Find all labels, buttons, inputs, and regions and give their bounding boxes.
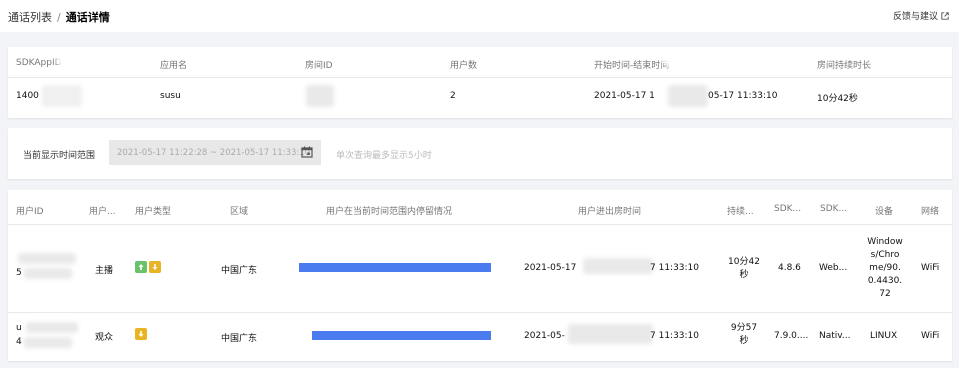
breadcrumb: 通话列表 / 通话详情 [8,9,110,25]
user-id-bottom: 5 [16,268,22,278]
redaction [18,253,76,264]
redaction [668,85,708,107]
col-header-app-name: 应用名 [160,61,188,71]
redaction [24,337,72,348]
arrow-down-icon [135,328,147,340]
time-start-value: 2021-05-17 1 [594,91,655,101]
device: LINUX [870,331,898,341]
redaction [306,85,334,107]
in-out-start: 2021-05-17 [524,263,577,273]
device-cell: Window s/Chro me/90. 0.4430. 72 [863,236,907,301]
users-table: 用户ID 用户... 用户类型 区域 用户在当前时间范围内停留情况 用户进出房时… [8,190,952,361]
user-role: 主播 [95,266,114,276]
region: 中国广东 [221,266,258,276]
presence-bar [312,331,491,340]
arrow-down-icon [149,261,161,273]
in-out-start: 2021-05- [524,331,565,341]
user-id-bottom: 4 [16,337,22,347]
device-line: s/Chro [870,250,900,260]
col-header-user-id: 用户ID [16,207,44,217]
redaction [663,53,703,67]
redaction [583,258,653,274]
network: WiFi [921,331,940,341]
time-range-label: 当前显示时间范围 [23,151,96,161]
top-bar: 通话列表 / 通话详情 反馈与建议 [0,0,959,32]
feedback-label: 反馈与建议 [892,12,938,22]
col-header-region: 区域 [230,207,249,217]
device-line: me/90. [869,263,901,273]
col-header-sdkappid: SDKAppID [16,58,62,68]
col-header-user-count: 用户数 [450,61,478,71]
arrow-up-icon [135,261,147,273]
col-header-presence: 用户在当前时间范围内停留情况 [326,207,453,217]
duration-line: 秒 [739,270,749,280]
col-header-duration[interactable]: 持续... [727,204,754,217]
redaction [24,268,72,279]
in-out-end: 7 11:33:10 [650,331,700,341]
divider [8,77,952,78]
calendar-icon[interactable] [301,146,313,158]
presence-bar [299,263,491,272]
sdk-type: Nativ... [819,331,851,341]
col-header-user-role[interactable]: 用户... [89,204,116,217]
device-line: 0.4430. [867,276,903,286]
col-header-start-end-time: 开始时间-结束时间 [594,61,670,71]
duration-line: 秒 [739,336,749,346]
redaction [568,324,653,344]
time-range-card: 当前显示时间范围 2021-05-17 11:22:28 ~ 2021-05-1… [8,128,952,179]
region: 中国广东 [221,334,258,344]
col-header-network: 网络 [921,207,940,217]
room-duration-value: 10分42秒 [817,94,858,104]
duration-line: 9分57 [730,323,758,333]
col-header-room-duration: 房间持续时长 [817,61,872,71]
time-range-value: 2021-05-17 11:22:28 ~ 2021-05-17 11:33:1… [117,147,311,158]
feedback-link[interactable]: 反馈与建议 [893,9,949,22]
room-summary-card: SDKAppID 应用名 房间ID 用户数 开始时间-结束时间 房间持续时长 1… [8,47,952,118]
time-end-value: 05-17 11:33:10 [708,91,778,101]
divider [8,224,952,225]
app-name-value: susu [160,91,181,101]
device-line: 72 [879,289,891,299]
user-count-value: 2 [450,91,456,101]
external-link-icon [941,11,949,20]
in-out-end: 7 11:33:10 [650,263,700,273]
page-title: 通话详情 [65,11,110,24]
duration-line: 10分42 [728,257,760,267]
sdk-version: 7.9.0.... [774,331,809,341]
col-header-sdk-version[interactable]: SDK... [774,204,801,214]
time-range-hint: 单次查询最多显示5小时 [336,151,432,161]
breadcrumb-call-list[interactable]: 通话列表 [8,11,52,24]
col-header-device: 设备 [875,207,894,217]
device-line: Window [867,237,903,247]
divider [8,312,952,313]
col-header-room-id: 房间ID [305,61,333,71]
redaction [56,53,86,67]
sdk-type: Web... [819,263,848,273]
redaction [26,322,78,333]
col-header-sdk-type[interactable]: SDK... [820,204,847,214]
sdkappid-value: 1400 [16,91,39,101]
network: WiFi [921,263,940,273]
col-header-user-type: 用户类型 [135,207,172,217]
breadcrumb-separator: / [57,11,61,24]
col-header-in-out-time: 用户进出房时间 [578,207,642,217]
duration-cell: 9分57 秒 [724,322,764,348]
redaction [42,85,82,107]
sdk-version: 4.8.6 [778,263,801,273]
time-range-picker[interactable]: 2021-05-17 11:22:28 ~ 2021-05-17 11:33:1… [109,140,321,165]
user-id-top: u [16,323,22,333]
user-role: 观众 [95,333,114,343]
duration-cell: 10分42 秒 [724,256,764,282]
